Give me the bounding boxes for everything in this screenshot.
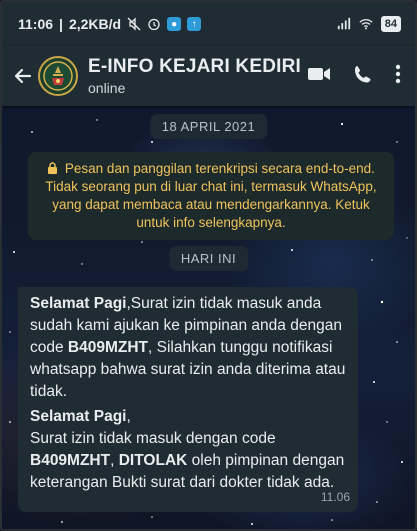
status-bar: 11:06 | 2,2KB/d ● ↑ 84 [2, 2, 415, 46]
message-text-segment: , [110, 452, 119, 469]
lock-icon [47, 161, 65, 176]
back-arrow-icon[interactable] [10, 63, 36, 89]
today-chip: HARI INI [168, 246, 249, 271]
code-text: B409MZHT [67, 339, 149, 356]
encryption-notice[interactable]: Pesan dan panggilan terenkripsi secara e… [28, 152, 394, 240]
status-text: DITOLAK [118, 452, 188, 469]
app-notification-icon-2: ↑ [187, 17, 202, 31]
wifi-icon [359, 17, 373, 31]
contact-status: online [88, 80, 126, 96]
contact-info[interactable]: E-INFO KEJARI KEDIRI online [88, 56, 301, 96]
chat-header: E-INFO KEJARI KEDIRI online [2, 46, 415, 106]
alarm-icon [147, 17, 161, 31]
clock: 11:06 [18, 16, 54, 32]
greeting: Selamat Pagi [30, 295, 127, 312]
separator: | [59, 16, 63, 32]
video-call-icon[interactable] [307, 65, 331, 88]
mute-icon [127, 17, 141, 31]
avatar[interactable] [38, 56, 78, 96]
chat-screen: 11:06 | 2,2KB/d ● ↑ 84 E-INFO KEJARI KED… [0, 0, 417, 531]
network-speed: 2,2KB/d [68, 16, 122, 32]
contact-name: E-INFO KEJARI KEDIRI [88, 56, 302, 77]
message-bubble[interactable]: Selamat Pagi, Surat izin tidak masuk deng… [18, 400, 358, 512]
message-text: Selamat Pagi, Surat izin tidak masuk deng… [30, 406, 348, 494]
battery-indicator: 84 [380, 16, 401, 32]
app-notification-icon: ● [167, 17, 182, 31]
more-icon[interactable] [395, 64, 401, 89]
phone-icon[interactable] [353, 64, 373, 89]
message-time: 11.06 [320, 490, 350, 504]
date-chip: 18 APRIL 2021 [149, 114, 268, 139]
message-text-segment: , [126, 408, 131, 425]
message-text: Selamat Pagi,Surat izin tidak masuk anda… [30, 293, 348, 403]
message-text-segment: Surat izin tidak masuk dengan code [30, 430, 276, 447]
greeting: Selamat Pagi [30, 408, 127, 425]
encryption-notice-text: Pesan dan panggilan terenkripsi secara e… [45, 161, 377, 230]
signal-icon [337, 17, 351, 31]
code-text: B409MZHT [30, 452, 111, 469]
